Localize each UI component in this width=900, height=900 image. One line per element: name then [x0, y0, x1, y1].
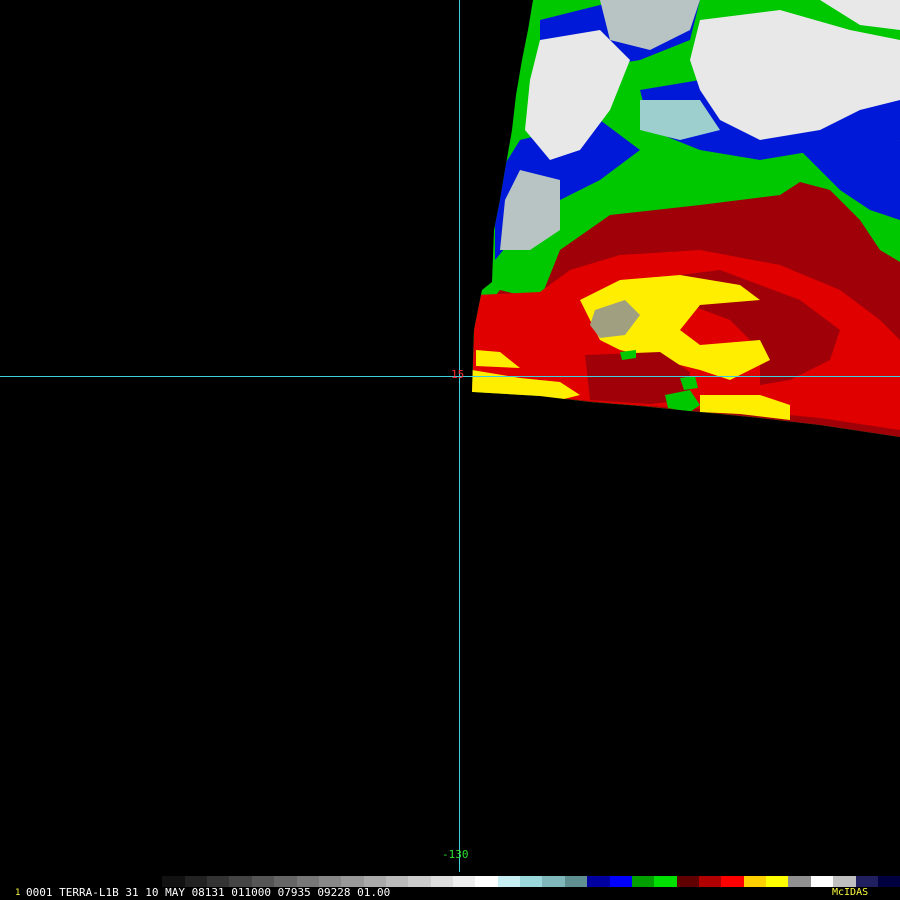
latitude-label: 15: [451, 368, 465, 381]
color-scale-swatch: [542, 876, 565, 887]
satellite-image-viewport: 15 -130 1 0001 TERRA-L1B 31 10 MAY 08131…: [0, 0, 900, 900]
image-swath: [472, 0, 900, 437]
latitude-grid-line: [0, 376, 900, 377]
color-scale-swatch: [877, 876, 900, 887]
color-scale-swatch: [564, 876, 588, 887]
frame-number: 1: [15, 888, 21, 898]
longitude-grid-line: [459, 0, 460, 872]
color-scale-swatch: [408, 876, 431, 887]
color-scale-swatch: [766, 876, 789, 887]
color-scale-swatch: [676, 876, 699, 887]
color-scale-swatch: [587, 876, 610, 887]
color-scale-swatch: [788, 876, 811, 887]
color-scale-swatch: [698, 876, 722, 887]
color-scale-swatch: [475, 876, 498, 887]
color-scale-swatch: [631, 876, 655, 887]
color-scale-swatch: [855, 876, 878, 887]
color-scale-swatch: [609, 876, 632, 887]
color-scale-swatch: [497, 876, 521, 887]
color-scale-swatch: [743, 876, 767, 887]
color-scale-swatch: [721, 876, 744, 887]
longitude-label: -130: [442, 848, 469, 861]
image-caption: 0001 TERRA-L1B 31 10 MAY 08131 011000 07…: [26, 886, 391, 899]
color-scale-swatch: [833, 876, 856, 887]
color-scale-swatch: [520, 876, 543, 887]
mcidas-brand-label: McIDAS: [832, 887, 869, 898]
image-footer: 1 0001 TERRA-L1B 31 10 MAY 08131 011000 …: [0, 874, 900, 900]
color-scale-swatch: [430, 876, 454, 887]
infrared-satellite-imagery: [472, 0, 900, 437]
color-scale-swatch: [654, 876, 677, 887]
color-scale-swatch: [453, 876, 476, 887]
color-scale-swatch: [810, 876, 834, 887]
